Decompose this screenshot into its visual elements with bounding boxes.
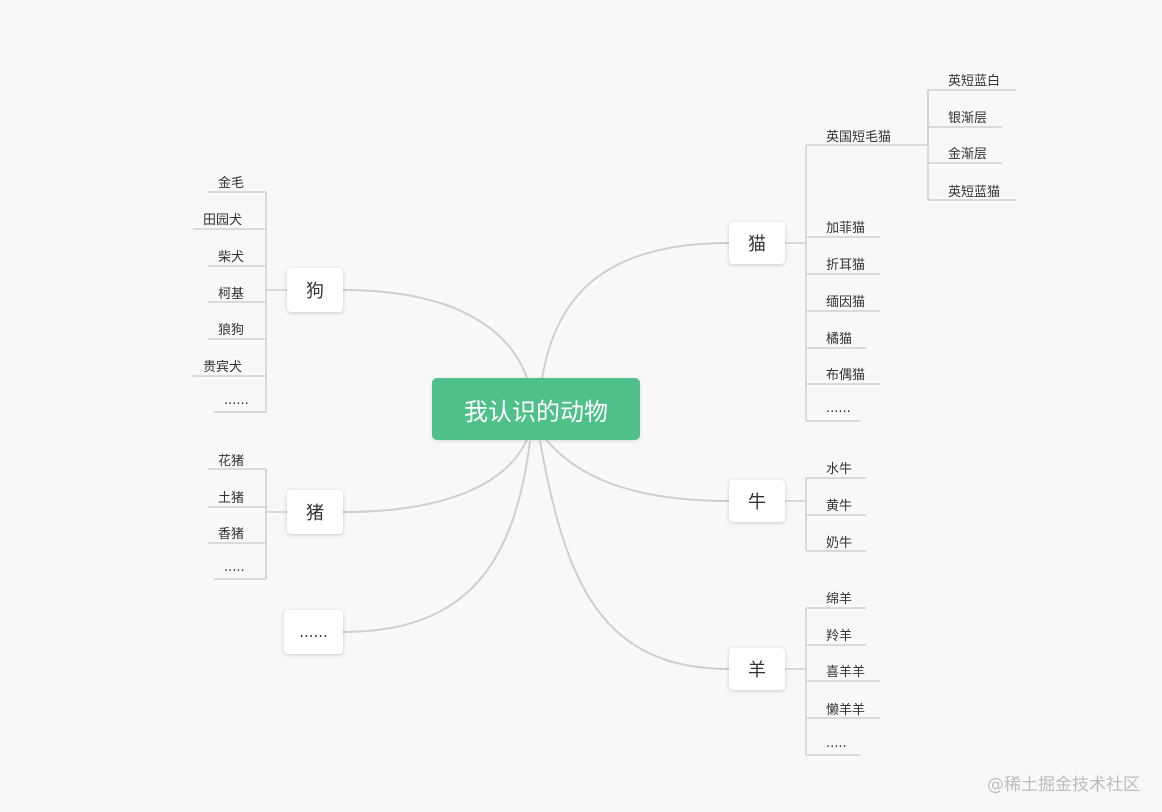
branch-sheep[interactable]: 羊 [729, 648, 785, 690]
branch-cow[interactable]: 牛 [729, 480, 785, 522]
link-root-cow [543, 436, 730, 502]
leaf-cat-1[interactable]: 加菲猫 [826, 217, 865, 236]
leaf-bsh-3[interactable]: 英短蓝猫 [948, 181, 1000, 200]
branch-pig[interactable]: 猪 [287, 490, 343, 534]
branch-dog[interactable]: 狗 [287, 268, 343, 312]
leaf-bsh-1[interactable]: 银渐层 [948, 107, 987, 126]
leaf-cat-4[interactable]: 橘猫 [826, 328, 852, 347]
leaf-cat-0[interactable]: 英国短毛猫 [826, 126, 891, 145]
watermark: @稀土掘金技术社区 [987, 775, 1140, 795]
leaf-dog-0[interactable]: 金毛 [218, 172, 244, 191]
link-root-pig [342, 436, 529, 513]
leaf-cat-5[interactable]: 布偶猫 [826, 364, 865, 383]
root-node[interactable]: 我认识的动物 [432, 378, 640, 440]
leaf-bsh-0[interactable]: 英短蓝白 [948, 70, 1000, 89]
leaf-bsh-2[interactable]: 金渐层 [948, 143, 987, 162]
leaf-dog-2[interactable]: 柴犬 [218, 246, 244, 265]
link-root-cat [541, 242, 730, 380]
leaf-dog-3[interactable]: 柯基 [218, 283, 244, 302]
leaf-cat-3[interactable]: 缅因猫 [826, 291, 865, 310]
leaf-cat-6[interactable]: ...... [826, 401, 851, 416]
leaf-sheep-3[interactable]: 懒羊羊 [826, 699, 865, 718]
leaf-sheep-0[interactable]: 绵羊 [826, 588, 852, 607]
leaf-sheep-2[interactable]: 喜羊羊 [826, 661, 865, 680]
leaf-pig-2[interactable]: 香猪 [218, 523, 244, 542]
leaf-pig-1[interactable]: 土猪 [218, 487, 244, 506]
leaf-dog-1[interactable]: 田园犬 [203, 209, 242, 228]
leaf-cat-2[interactable]: 折耳猫 [826, 254, 865, 273]
leaf-dog-4[interactable]: 狼狗 [218, 319, 244, 338]
mindmap-canvas: 我认识的动物 狗 猪 ...... 猫 牛 羊 金毛 田园犬 柴犬 柯基 狼狗 … [0, 0, 1162, 812]
link-root-sheep [539, 440, 730, 670]
link-root-dog [342, 289, 529, 382]
link-root-more [342, 440, 531, 633]
leaf-dog-5[interactable]: 贵宾犬 [203, 356, 242, 375]
leaf-sheep-4[interactable]: ..... [826, 736, 847, 751]
leaf-cow-2[interactable]: 奶牛 [826, 532, 852, 551]
leaf-pig-0[interactable]: 花猪 [218, 450, 244, 469]
leaf-sheep-1[interactable]: 羚羊 [826, 625, 852, 644]
leaf-dog-6[interactable]: ...... [224, 393, 249, 408]
leaf-pig-3[interactable]: ..... [224, 560, 245, 575]
branch-cat[interactable]: 猫 [729, 222, 785, 264]
leaf-cow-0[interactable]: 水牛 [826, 458, 852, 477]
leaf-cow-1[interactable]: 黄牛 [826, 495, 852, 514]
branch-more[interactable]: ...... [284, 610, 343, 654]
